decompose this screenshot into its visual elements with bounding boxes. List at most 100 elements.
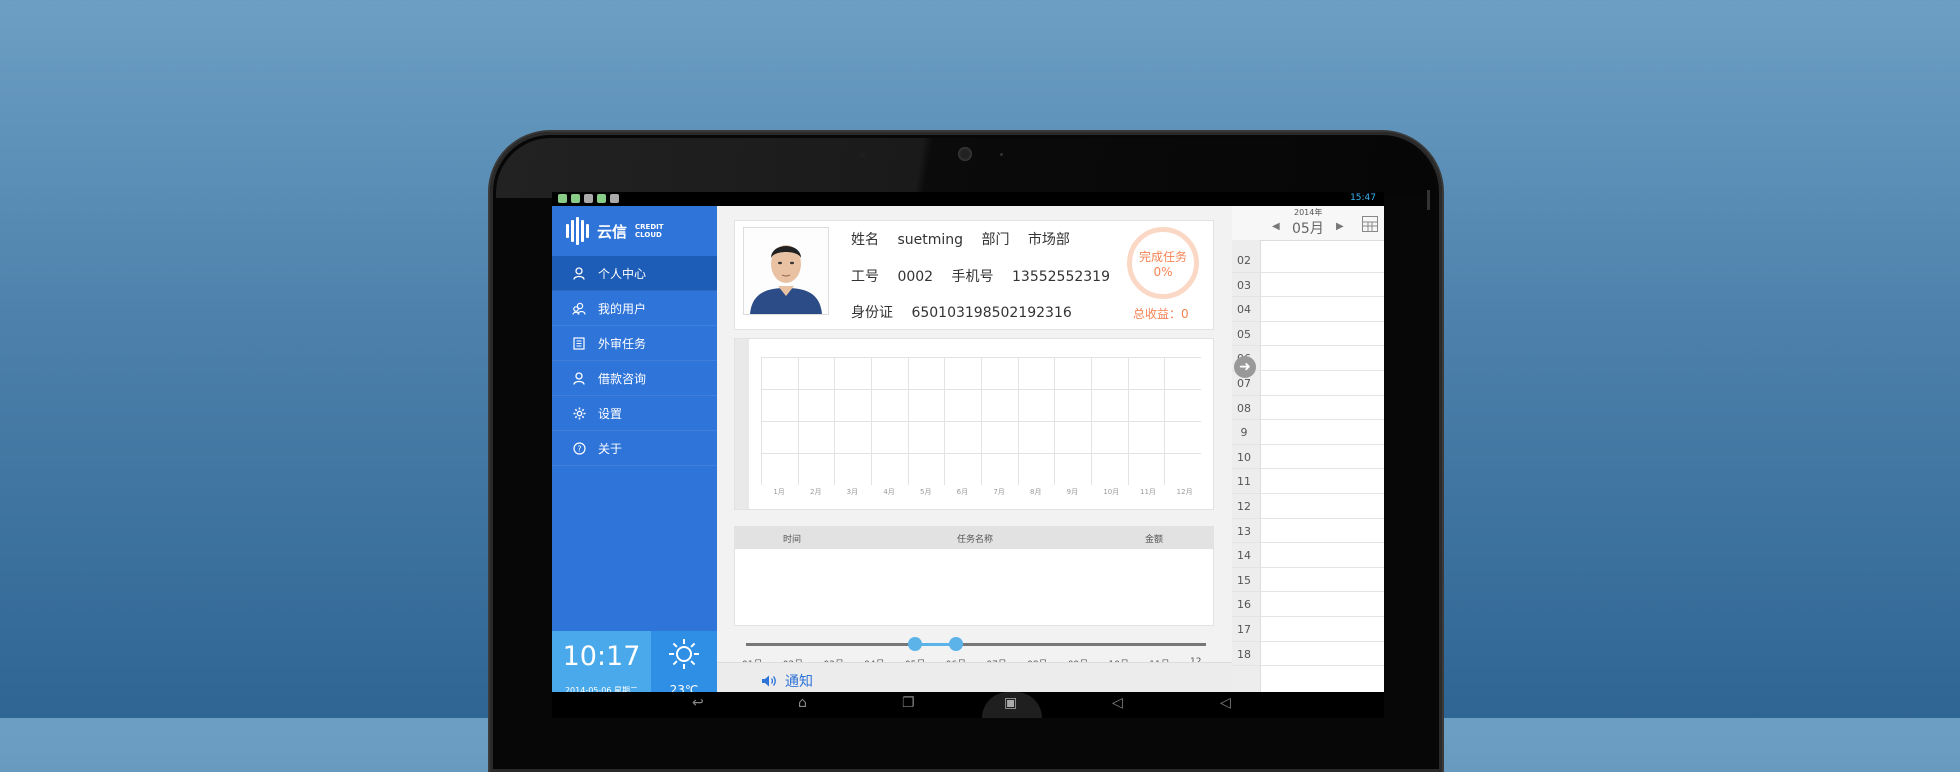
logo-icon [566,217,589,245]
recent-apps-icon[interactable]: ❐ [902,695,915,711]
sidebar-item-label: 借款咨询 [598,371,647,386]
sensor [860,152,866,158]
calendar-day-row[interactable]: 15 [1232,568,1384,593]
calendar-day-row[interactable]: 18 [1232,642,1384,667]
profile-photo [743,227,829,315]
task-progress-label: 完成任务 [1138,250,1187,264]
column-header-time: 时间 [783,535,802,545]
chart-x-tick-label: 3月 [846,488,859,496]
question-icon: ? [572,441,586,455]
table-header: 时间 任务名称 金额 [735,527,1213,549]
calendar-day-number: 11 [1237,475,1251,489]
calendar-day-number: 13 [1237,524,1251,538]
calendar-day-number: 14 [1237,549,1251,563]
calendar-day-row[interactable]: 08 [1232,396,1384,421]
chart-x-tick-label: 5月 [920,488,932,496]
chart-x-tick-label: 2月 [810,488,822,496]
next-month-icon[interactable]: ▶ [1336,221,1344,232]
sidebar-nav: 个人中心 我的用户 外审任务 借款咨询 设置 ? 关于 [552,256,717,466]
sidebar: 云信 CREDIT CLOUD 个人中心 我的用户 外审任务 借款咨询 设置 ?… [552,206,717,718]
chart-x-tick-label: 10月 [1103,488,1120,496]
sidebar-item-about[interactable]: ? 关于 [552,431,717,466]
calendar-day-row[interactable]: 10 [1232,445,1384,470]
calendar-day-number: 07 [1237,377,1251,390]
notification-label: 通知 [785,674,813,690]
calendar-day-number: 9 [1240,426,1248,440]
idcard-value: 650103198502192316 [911,305,1072,321]
calendar-day-number: 12 [1237,500,1251,513]
sidebar-item-external-tasks[interactable]: 外审任务 [552,326,717,361]
employee-id-label: 工号 [851,269,879,285]
arrow-right-icon[interactable]: ➜ [1234,356,1256,378]
department-value: 市场部 [1027,232,1070,248]
calendar-day-row[interactable]: 07 [1232,371,1384,396]
calendar-day-row[interactable]: 16 [1232,592,1384,617]
calendar-day-row[interactable]: 14 [1232,543,1384,568]
chart-y-axis-strip [735,339,749,509]
chart-x-tick-label: 4月 [883,488,895,496]
chart-plot-area [761,357,1201,485]
sidebar-item-personal-center[interactable]: 个人中心 [552,256,717,291]
notification-link[interactable]: 通知 [761,671,813,691]
volume-down-icon[interactable]: ◁ [1112,695,1123,711]
profile-row-id: 工号 0002 手机号 13552552319 [851,266,1124,286]
calendar-day-number: 17 [1237,623,1251,636]
side-button [1427,190,1430,210]
column-header-amount: 金额 [1145,535,1164,545]
sidebar-item-settings[interactable]: 设置 [552,396,717,431]
idcard-label: 身份证 [851,305,893,321]
calendar-day-row[interactable]: 13 [1232,519,1384,544]
column-header-task-name: 任务名称 [957,535,994,545]
chart-x-tick-label: 1月 [773,488,785,496]
name-value: suetming [897,232,964,248]
back-icon[interactable]: ↩ [692,695,704,711]
calendar-day-number: 05 [1237,327,1251,341]
department-label: 部门 [981,232,1010,248]
gear-icon [572,406,586,420]
person-icon [572,266,586,280]
screenshot-icon[interactable]: ▣ [1004,695,1017,711]
notification-icon [584,194,593,203]
calendar-day-row[interactable]: 9 [1232,420,1384,445]
calendar-grid-icon[interactable] [1362,216,1378,232]
employee-id-value: 0002 [897,269,934,285]
calendar-day-row[interactable]: 05 [1232,322,1384,347]
speaker-icon [762,675,776,687]
earnings-chart: 1月 2月 3月 4月 5月 6月 7月 8月 9月 10月 11月 12月 [734,338,1214,510]
app-screen: 15:47 云信 CREDIT CLOUD 个人中心 我的用户 外审任务 借款咨… [552,192,1384,718]
sidebar-item-label: 个人中心 [598,266,647,281]
calendar-day-row[interactable]: 02 [1232,248,1384,273]
sidebar-item-label: 外审任务 [598,336,647,351]
logo-subtitle: CREDIT CLOUD [635,223,664,239]
calendar-day-number: 18 [1237,647,1251,661]
sidebar-item-label: 关于 [598,441,623,456]
slider-handle-start[interactable] [907,637,922,651]
calendar-day-row[interactable]: 11 [1232,469,1384,494]
calendar-day-row[interactable]: 03 [1232,273,1384,298]
home-icon[interactable]: ⌂ [798,695,807,711]
logo-text: 云信 [597,222,628,241]
light-sensor [1000,153,1003,156]
calendar-day-number: 03 [1237,278,1251,292]
volume-up-icon[interactable]: ◁ [1220,695,1231,711]
status-time: 15:47 [1350,193,1376,203]
sun-icon [669,639,699,669]
previous-month-icon[interactable]: ◀ [1272,221,1280,232]
calendar-day-number: 16 [1237,598,1251,612]
users-icon [572,301,586,315]
slider-track [746,643,1206,646]
name-label: 姓名 [851,232,879,248]
calendar-day-row[interactable]: 17 [1232,617,1384,642]
notification-icons [558,194,619,203]
chart-x-tick-label: 6月 [956,488,969,496]
sidebar-item-my-users[interactable]: 我的用户 [552,291,717,326]
front-camera [958,147,972,161]
notification-icon [558,194,567,203]
slider-handle-end[interactable] [948,637,963,651]
sidebar-item-loan-consult[interactable]: 借款咨询 [552,361,717,396]
calendar-day-row[interactable]: 12 [1232,494,1384,519]
calendar-day-row[interactable]: 04 [1232,297,1384,322]
calendar-header: 2014年 ◀ 05月 ▶ [1232,206,1384,241]
notification-icon [597,194,606,203]
chart-x-tick-label: 7月 [993,488,1005,496]
